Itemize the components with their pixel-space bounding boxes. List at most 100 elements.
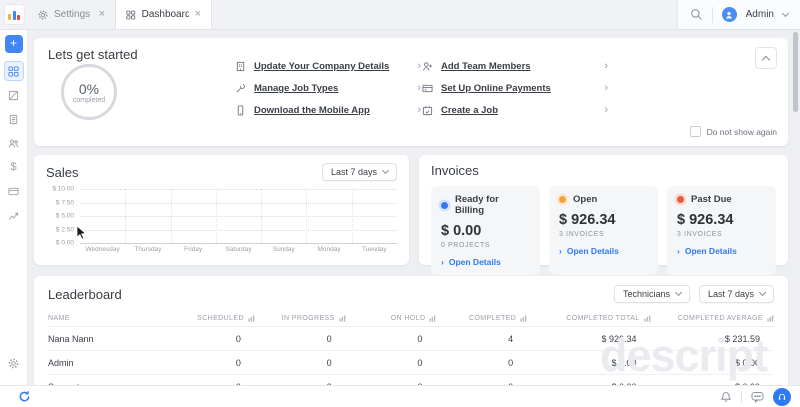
open-details-link[interactable]: › Open Details: [677, 246, 766, 256]
chevron-down-icon[interactable]: [781, 9, 790, 17]
link-setup-online-payments[interactable]: Set Up Online Payments ›: [422, 82, 608, 95]
x-tick: Saturday: [225, 246, 252, 253]
grid-icon: [8, 65, 19, 77]
link-label: Set Up Online Payments: [441, 83, 551, 94]
do-not-show-checkbox[interactable]: [689, 126, 701, 137]
cell-on-hold: 0: [417, 333, 423, 344]
chevron-right-icon: ›: [559, 246, 562, 256]
sidebar-item-settings[interactable]: [4, 353, 24, 373]
sidebar-item-team[interactable]: [4, 133, 24, 153]
close-icon[interactable]: ×: [195, 9, 201, 20]
column-header[interactable]: NAME: [48, 315, 164, 322]
bell-icon[interactable]: [720, 391, 732, 403]
chart-plot-area: [80, 189, 397, 244]
column-header[interactable]: SCHEDULED: [164, 315, 255, 322]
sort-icon: [643, 314, 650, 322]
status-dot-icon: [559, 196, 566, 203]
table-row[interactable]: Admin 0 0 0 0 $ 0.00 $ 0.00: [48, 350, 774, 374]
chevron-right-icon: ›: [604, 104, 608, 116]
cell-completed-average: $ 231.59: [724, 333, 760, 344]
card-icon: [8, 187, 19, 195]
team-icon: [8, 139, 19, 147]
column-header[interactable]: IN PROGRESS: [255, 315, 346, 322]
app-logo[interactable]: [0, 0, 28, 29]
column-header[interactable]: COMPLETED TOTAL: [527, 315, 650, 322]
chevron-right-icon: ›: [417, 60, 421, 72]
x-tick: Wednesday: [85, 246, 120, 253]
schedule-icon: [8, 90, 19, 100]
sales-range-value: Last 7 days: [330, 167, 377, 177]
column-header[interactable]: COMPLETED AVERAGE: [651, 315, 774, 322]
sidebar-item-documents[interactable]: [4, 109, 24, 129]
column-header[interactable]: COMPLETED: [436, 315, 527, 322]
leaderboard-role-select[interactable]: Technicians: [613, 285, 690, 303]
chevron-up-icon: [761, 55, 771, 64]
y-tick: $ 0.00: [55, 239, 74, 247]
link-add-team-members[interactable]: Add Team Members ›: [422, 60, 608, 73]
collapse-panel-button[interactable]: [755, 47, 777, 69]
invoice-status-label: Ready for Billing: [455, 194, 499, 216]
sales-range-select[interactable]: Last 7 days: [321, 163, 397, 181]
wrench-icon: [236, 84, 245, 93]
sort-icon: [520, 314, 527, 322]
table-row[interactable]: Support 0 0 0 0 $ 0.00 $ 0.00: [48, 374, 774, 385]
chevron-down-icon: [674, 288, 683, 297]
sidebar-item-finance[interactable]: $: [4, 157, 24, 177]
link-manage-job-types[interactable]: Manage Job Types ›: [235, 82, 421, 95]
invoices-panel: Invoices Ready for Billing $ 0.00 0 PROJ…: [419, 155, 788, 275]
user-name[interactable]: Admin: [746, 9, 774, 20]
link-create-a-job[interactable]: Create a Job ›: [422, 104, 608, 117]
invoice-status-label: Open: [573, 194, 598, 205]
bottombar-divider: [741, 390, 742, 403]
job-icon: [422, 106, 433, 116]
grid-icon: [126, 10, 136, 19]
link-label: Manage Job Types: [254, 83, 339, 94]
sidebar-item-reports[interactable]: [4, 205, 24, 225]
invoice-card-past-due: Past Due $ 926.34 3 INVOICES › Open Deta…: [667, 186, 776, 275]
avatar[interactable]: [721, 7, 737, 22]
sidebar-item-dashboard[interactable]: [3, 61, 24, 81]
vertical-scrollbar[interactable]: [793, 32, 798, 112]
chevron-right-icon: ›: [604, 60, 608, 72]
chart-gridline: [351, 189, 353, 243]
chevron-down-icon: [758, 288, 767, 297]
cell-completed-average: $ 0.00: [734, 357, 760, 368]
open-details-link[interactable]: › Open Details: [559, 246, 648, 256]
cell-name: Admin: [48, 357, 74, 368]
column-header[interactable]: ON HOLD: [346, 315, 437, 322]
y-tick: $ 10.00: [52, 185, 74, 193]
main-content: Lets get started 0% completed Update You…: [28, 30, 800, 385]
headset-icon: [778, 393, 786, 400]
chevron-right-icon: ›: [441, 257, 444, 267]
sidebar-item-schedule[interactable]: [4, 85, 24, 105]
cell-in-progress: 0: [326, 357, 332, 368]
search-icon[interactable]: [690, 8, 703, 21]
chart-gridline: [80, 229, 397, 231]
chevron-right-icon: ›: [417, 104, 421, 116]
create-new-button[interactable]: +: [4, 35, 23, 53]
role-select-value: Technicians: [622, 289, 670, 299]
support-button[interactable]: [773, 387, 791, 406]
do-not-show-label: Do not show again: [706, 126, 777, 137]
leaderboard-range-select[interactable]: Last 7 days: [698, 285, 774, 303]
top-tab-bar: Settings × Dashboard × Admin: [0, 0, 800, 30]
chevron-right-icon: ›: [417, 82, 421, 94]
leaderboard-panel: Leaderboard Technicians Last 7 days NAME…: [34, 276, 788, 385]
close-icon[interactable]: ×: [99, 9, 105, 20]
link-update-company-details[interactable]: Update Your Company Details ›: [235, 60, 421, 73]
table-row[interactable]: Nana Nann 0 0 0 4 $ 926.34 $ 231.59: [48, 326, 774, 350]
topbar-divider: [711, 6, 713, 23]
tab-settings[interactable]: Settings ×: [28, 0, 116, 29]
link-download-mobile-app[interactable]: Download the Mobile App ›: [235, 104, 421, 117]
open-details-label: Open Details: [684, 246, 737, 256]
dollar-icon: $: [10, 161, 17, 173]
progress-caption: completed: [72, 96, 106, 104]
open-details-link[interactable]: › Open Details: [441, 257, 530, 267]
link-label: Add Team Members: [441, 61, 531, 72]
chart-gridline: [125, 189, 127, 243]
x-tick: Friday: [184, 246, 203, 253]
sidebar-item-payments[interactable]: [4, 181, 24, 201]
sync-icon[interactable]: [18, 390, 31, 403]
chat-icon[interactable]: [751, 391, 764, 403]
tab-dashboard[interactable]: Dashboard ×: [116, 0, 212, 29]
